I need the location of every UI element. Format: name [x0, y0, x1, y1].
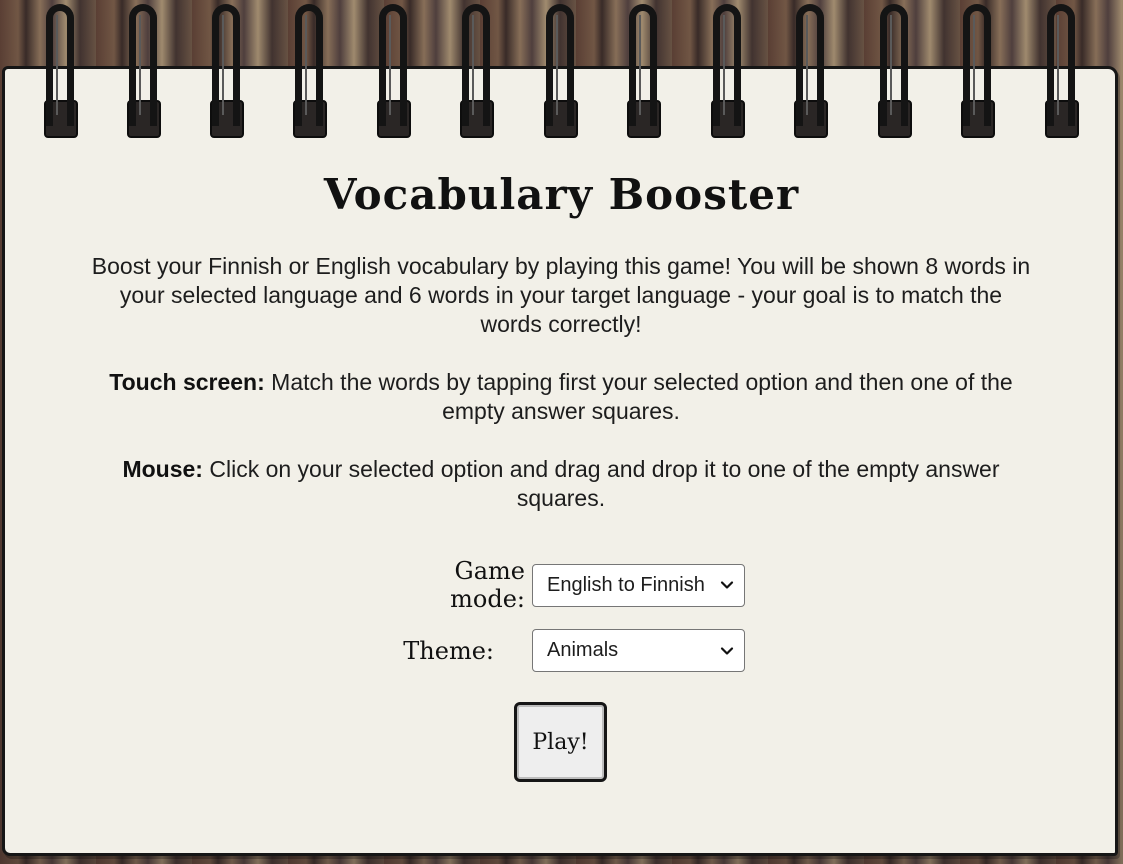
- ring-loop: [46, 4, 74, 126]
- touch-instructions: Touch screen: Match the words by tapping…: [88, 368, 1034, 426]
- chevron-down-icon: [720, 581, 734, 589]
- spiral-ring-icon: [127, 4, 161, 138]
- spiral-ring-icon: [627, 4, 661, 138]
- ring-loop: [880, 4, 908, 126]
- chevron-down-icon: [720, 646, 734, 655]
- spiral-ring-icon: [711, 4, 745, 138]
- spiral-ring-icon: [210, 4, 244, 138]
- game-mode-label: Game mode:: [450, 557, 525, 613]
- theme-label: Theme:: [403, 636, 494, 665]
- theme-row: Theme: Animals: [378, 629, 745, 672]
- touch-label: Touch screen:: [109, 369, 265, 395]
- spiral-ring-icon: [544, 4, 578, 138]
- ring-loop: [129, 4, 157, 126]
- ring-loop: [796, 4, 824, 126]
- theme-select[interactable]: Animals: [532, 629, 745, 672]
- spiral-ring-icon: [878, 4, 912, 138]
- mouse-text: Click on your selected option and drag a…: [202, 456, 1000, 511]
- play-button[interactable]: Play!: [514, 702, 607, 782]
- spiral-ring-icon: [293, 4, 327, 138]
- ring-loop: [963, 4, 991, 126]
- spiral-ring-icon: [794, 4, 828, 138]
- spiral-ring-icon: [44, 4, 78, 138]
- game-mode-row: Game mode: English to Finnish: [378, 557, 745, 613]
- spiral-ring-icon: [1045, 4, 1079, 138]
- game-mode-select[interactable]: English to Finnish: [532, 563, 745, 607]
- intro-text: Boost your Finnish or English vocabulary…: [91, 253, 1031, 337]
- ring-loop: [546, 4, 574, 126]
- spiral-ring-icon: [961, 4, 995, 138]
- spiral-binding: [0, 0, 1123, 140]
- mouse-label: Mouse:: [122, 456, 203, 482]
- ring-loop: [379, 4, 407, 126]
- ring-loop: [713, 4, 741, 126]
- ring-loop: [212, 4, 240, 126]
- page-title: Vocabulary Booster: [323, 170, 800, 219]
- ring-loop: [295, 4, 323, 126]
- mouse-instructions: Mouse: Click on your selected option and…: [88, 455, 1034, 513]
- spiral-ring-icon: [377, 4, 411, 138]
- theme-value: Animals: [547, 639, 619, 661]
- ring-loop: [629, 4, 657, 126]
- ring-loop: [1047, 4, 1075, 126]
- spiral-ring-icon: [460, 4, 494, 138]
- touch-text: Match the words by tapping first your se…: [264, 369, 1013, 424]
- ring-loop: [462, 4, 490, 126]
- game-mode-value: English to Finnish: [547, 573, 705, 596]
